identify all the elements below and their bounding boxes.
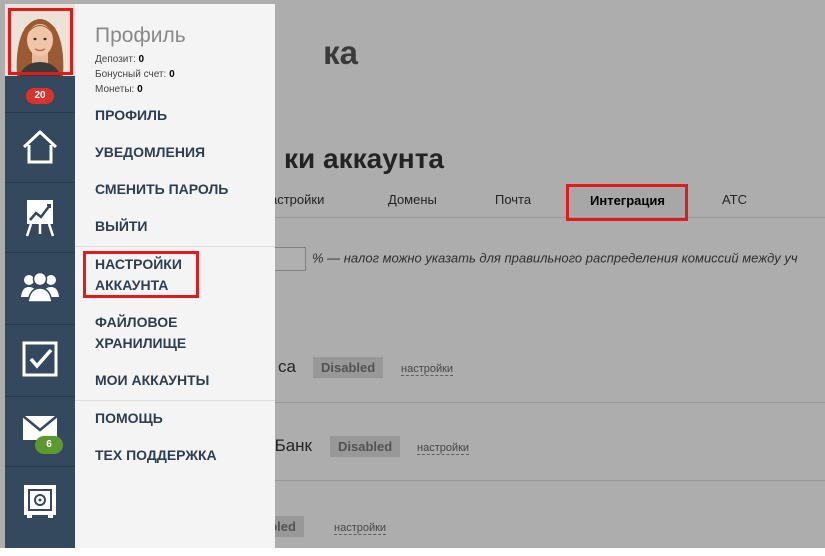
- menu-item-tech-support[interactable]: ТЕХ ПОДДЕРЖКА: [95, 445, 217, 466]
- icon-sidebar: 20 6: [5, 4, 75, 548]
- home-icon: [22, 130, 58, 164]
- menu-item-profile[interactable]: ПРОФИЛЬ: [95, 105, 167, 126]
- stat-label: Монеты:: [95, 84, 135, 95]
- profile-menu: Профиль Депозит: 0 Бонусный счет: 0 Моне…: [75, 4, 275, 548]
- notification-count-badge[interactable]: 20: [26, 88, 54, 104]
- deposit-stat: Депозит: 0: [95, 54, 144, 65]
- tasks-icon: [22, 341, 58, 377]
- safe-icon: [24, 485, 56, 518]
- menu-item-logout[interactable]: ВЫЙТИ: [95, 216, 148, 237]
- highlight-frame: [8, 8, 73, 75]
- nav-mail[interactable]: [5, 396, 75, 465]
- nav-home[interactable]: [5, 112, 75, 181]
- nav-analytics[interactable]: [5, 182, 75, 251]
- stat-label: Бонусный счет:: [95, 69, 167, 80]
- menu-item-my-accounts[interactable]: МОИ АККАУНТЫ: [95, 370, 209, 391]
- team-icon: [21, 271, 59, 303]
- menu-title: Профиль: [95, 24, 186, 47]
- stat-value: 0: [138, 54, 145, 65]
- menu-item-file-storage[interactable]: ФАЙЛОВОЕ ХРАНИЛИЩЕ: [95, 312, 186, 354]
- menu-item-help[interactable]: ПОМОЩЬ: [95, 408, 163, 429]
- highlight-frame: [566, 184, 688, 221]
- menu-item-change-password[interactable]: СМЕНИТЬ ПАРОЛЬ: [95, 179, 228, 200]
- nav-safe[interactable]: [5, 466, 75, 535]
- stat-value: 0: [137, 84, 143, 95]
- mail-count-badge[interactable]: 6: [35, 436, 63, 454]
- stat-value: 0: [169, 69, 175, 80]
- highlight-frame: [83, 251, 199, 298]
- chart-icon: [25, 200, 55, 237]
- nav-team[interactable]: [5, 252, 75, 321]
- menu-item-notifications[interactable]: УВЕДОМЛЕНИЯ: [95, 142, 205, 163]
- bonus-stat: Бонусный счет: 0: [95, 69, 175, 80]
- menu-divider: [75, 246, 275, 247]
- menu-divider: [75, 400, 275, 401]
- nav-tasks[interactable]: [5, 324, 75, 393]
- coins-stat: Монеты: 0: [95, 84, 143, 95]
- stat-label: Депозит:: [95, 54, 136, 65]
